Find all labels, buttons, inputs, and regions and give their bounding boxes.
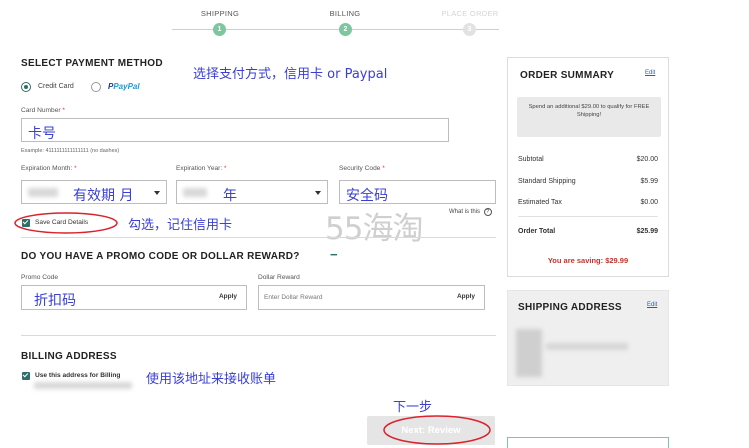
exp-month-value: 有效期 月 <box>73 188 134 204</box>
billing-address-blurred <box>34 382 132 389</box>
shipping-address-panel: SHIPPING ADDRESS Edit <box>507 290 669 386</box>
exp-year-label: Expiration Year: * <box>176 165 227 172</box>
shipping-address-blurred <box>516 329 542 377</box>
payment-method-title: SELECT PAYMENT METHOD <box>21 58 163 69</box>
summary-row-subtotal: Subtotal $20.00 <box>518 156 658 163</box>
step-dot-billing: 2 <box>339 23 352 36</box>
what-is-this-link[interactable]: What is this ? <box>449 208 492 216</box>
promo-collapse-toggle[interactable]: − <box>330 247 338 262</box>
reward-apply-button[interactable]: Apply <box>457 293 475 300</box>
security-code-value: 安全码 <box>346 188 388 204</box>
free-shipping-note: Spend an additional $29.00 to qualify fo… <box>517 97 661 137</box>
save-card-checkbox[interactable] <box>22 218 30 227</box>
payment-method-annotation: 选择支付方式，信用卡 or Paypal <box>193 67 388 82</box>
billing-address-annotation: 使用该地址来接收账单 <box>146 372 277 387</box>
chevron-down-icon <box>154 191 160 195</box>
savings-text: You are saving: $29.99 <box>547 256 629 265</box>
card-number-value: 卡号 <box>28 126 56 142</box>
card-number-label: Card Number * <box>21 107 65 114</box>
security-code-input[interactable]: 安全码 <box>339 180 496 204</box>
dollar-reward-input[interactable]: Enter Dollar Reward Apply <box>258 285 485 310</box>
promo-title: DO YOU HAVE A PROMO CODE OR DOLLAR REWAR… <box>21 251 300 262</box>
paypal-logo-icon: PPayPal <box>108 82 140 91</box>
save-card-annotation: 勾选，记住信用卡 <box>128 218 233 233</box>
step-dot-shipping: 1 <box>213 23 226 36</box>
step-label-billing: BILLING <box>329 9 361 18</box>
chevron-down-icon <box>315 191 321 195</box>
promo-code-input[interactable]: 折扣码 Apply <box>21 285 247 310</box>
summary-row-tax: Estimated Tax $0.00 <box>518 199 658 206</box>
exp-month-label: Expiration Month: * <box>21 165 77 172</box>
step-dot-place-order: 3 <box>463 23 476 36</box>
use-address-label: Use this address for Billing <box>35 372 121 379</box>
promo-code-value: 折扣码 <box>34 293 76 309</box>
promo-apply-button[interactable]: Apply <box>219 293 237 300</box>
exp-year-value: 年 <box>223 188 237 204</box>
step-label-place-order: PLACE ORDER <box>441 9 499 18</box>
use-address-checkbox[interactable] <box>22 371 30 380</box>
order-summary-title: ORDER SUMMARY <box>520 70 615 81</box>
exp-month-select[interactable]: 有效期 月 <box>21 180 167 204</box>
credit-card-radio[interactable] <box>21 82 31 92</box>
watermark-logo: 55海淘 <box>325 211 423 247</box>
promo-code-label: Promo Code <box>21 274 59 281</box>
summary-row-total: Order Total $25.99 <box>518 228 658 235</box>
card-number-example: Example: 4111111111111111 (no dashes) <box>21 148 120 154</box>
help-icon: ? <box>483 208 492 216</box>
checkmark-icon <box>22 371 29 378</box>
step-label-shipping: SHIPPING <box>200 9 240 18</box>
credit-card-option[interactable]: Credit Card <box>21 81 91 93</box>
paypal-option[interactable]: PPayPal <box>91 81 161 93</box>
dollar-reward-label: Dollar Reward <box>258 274 300 281</box>
paypal-radio[interactable] <box>91 82 101 92</box>
order-summary-panel: ORDER SUMMARY Edit Spend an additional $… <box>507 57 669 277</box>
shipping-address-edit-link[interactable]: Edit <box>647 302 657 308</box>
next-annotation: 下一步 <box>393 400 433 415</box>
dollar-reward-placeholder: Enter Dollar Reward <box>264 294 323 301</box>
checkmark-icon <box>22 218 29 225</box>
next-panel-edge <box>507 437 669 448</box>
section-divider <box>21 237 496 238</box>
order-summary-edit-link[interactable]: Edit <box>645 70 655 76</box>
section-divider <box>21 335 496 336</box>
paypal-label: PayPal <box>113 82 140 91</box>
credit-card-label: Credit Card <box>38 83 74 90</box>
summary-row-shipping: Standard Shipping $5.99 <box>518 178 658 185</box>
billing-address-title: BILLING ADDRESS <box>21 351 117 362</box>
security-code-label: Security Code * <box>339 165 385 172</box>
exp-year-select[interactable]: 年 <box>176 180 328 204</box>
next-button-highlight <box>383 415 491 445</box>
card-number-input[interactable]: 卡号 <box>21 118 449 142</box>
shipping-address-title: SHIPPING ADDRESS <box>518 302 622 313</box>
save-card-label: Save Card Details <box>35 219 89 226</box>
